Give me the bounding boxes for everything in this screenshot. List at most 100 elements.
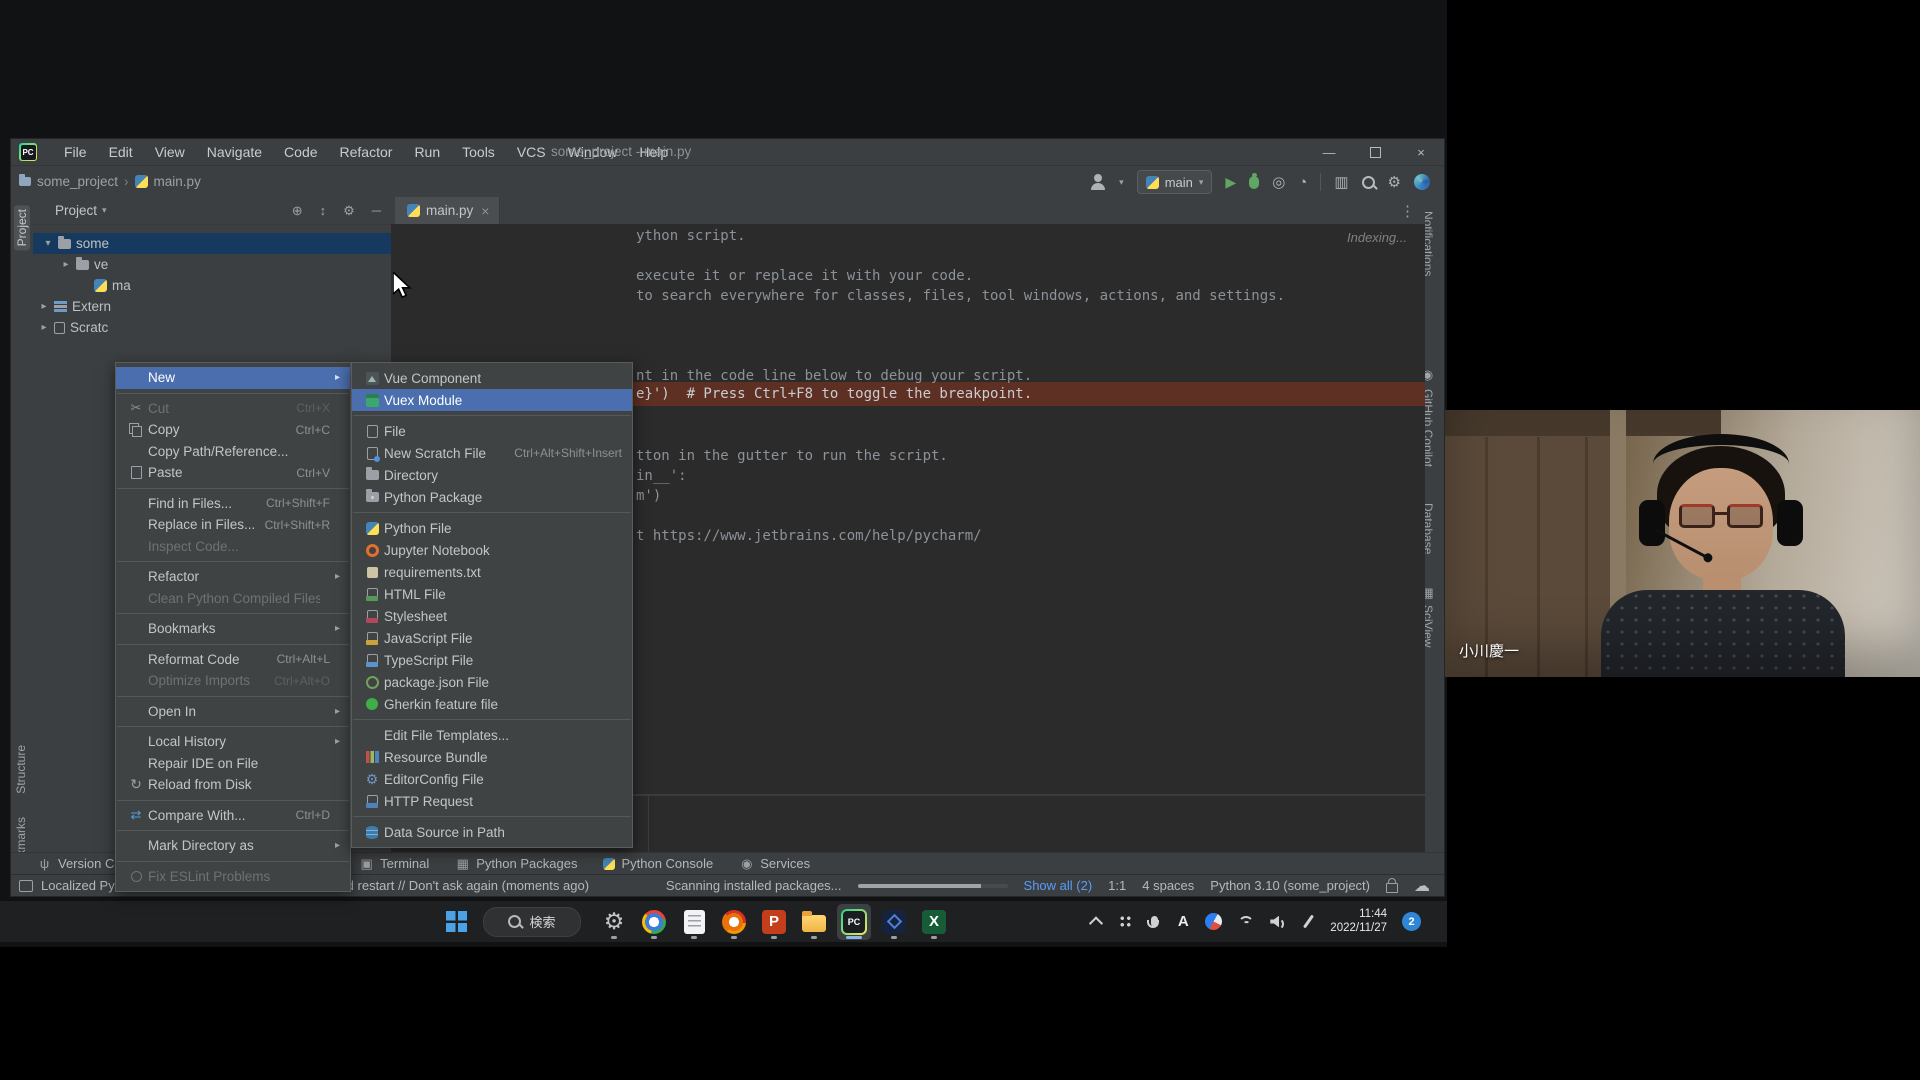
new-submenu-item-package-json-file[interactable]: package.json File bbox=[352, 671, 632, 693]
tree-row-scratc[interactable]: ▸ Scratc bbox=[33, 317, 391, 338]
taskbar-search[interactable]: 検索 bbox=[483, 907, 581, 937]
show-all-link[interactable]: Show all (2) bbox=[1024, 878, 1093, 893]
tool-window-button-services[interactable]: Services bbox=[739, 856, 810, 872]
new-submenu-item-requirements-txt[interactable]: requirements.txt bbox=[352, 561, 632, 583]
tree-row-extern[interactable]: ▸ Extern bbox=[33, 296, 391, 317]
new-submenu-item-gherkin-feature-file[interactable]: Gherkin feature file bbox=[352, 693, 632, 715]
context-menu-item-clean-python-compiled-files[interactable]: Clean Python Compiled Files bbox=[116, 588, 350, 610]
tool-window-button-python-packages[interactable]: Python Packages bbox=[455, 856, 577, 872]
tool-window-button-terminal[interactable]: Terminal bbox=[359, 856, 429, 872]
breadcrumb-project[interactable]: some_project bbox=[37, 174, 118, 189]
menubar-item-run[interactable]: Run bbox=[405, 141, 449, 163]
new-submenu-item-stylesheet[interactable]: Stylesheet bbox=[352, 605, 632, 627]
tree-chevron-icon[interactable]: ▸ bbox=[39, 301, 49, 312]
taskbar-app-dev-app[interactable] bbox=[877, 904, 911, 940]
menubar-item-tools[interactable]: Tools bbox=[453, 141, 504, 163]
context-menu-item-local-history[interactable]: Local History ▸ bbox=[116, 731, 350, 753]
context-menu-item-replace-in-files[interactable]: Replace in Files... Ctrl+Shift+R bbox=[116, 514, 350, 536]
new-submenu-item-vuex-module[interactable]: Vuex Module bbox=[352, 389, 632, 411]
menubar-item-code[interactable]: Code bbox=[275, 141, 326, 163]
new-submenu-item-edit-file-templates[interactable]: Edit File Templates... bbox=[352, 724, 632, 746]
tab-options-icon[interactable]: ⋮ bbox=[1400, 202, 1415, 220]
tree-row-some[interactable]: ▾ some bbox=[33, 233, 391, 254]
minimize-button[interactable]: — bbox=[1306, 139, 1352, 165]
debug-button[interactable] bbox=[1249, 176, 1259, 189]
context-menu-item-paste[interactable]: Paste Ctrl+V bbox=[116, 462, 350, 484]
tray-hidden-icons-icon[interactable] bbox=[1118, 915, 1132, 928]
context-menu-item-bookmarks[interactable]: Bookmarks ▸ bbox=[116, 618, 350, 640]
context-menu-item-find-in-files[interactable]: Find in Files... Ctrl+Shift+F bbox=[116, 493, 350, 515]
context-menu-item-inspect-code[interactable]: Inspect Code... bbox=[116, 536, 350, 558]
interpreter-setting[interactable]: Python 3.10 (some_project) bbox=[1210, 878, 1370, 893]
stripe-tab-structure[interactable]: Structure bbox=[14, 745, 28, 794]
notification-count-badge[interactable]: 2 bbox=[1402, 912, 1421, 931]
tree-row-ve[interactable]: ▸ ve bbox=[33, 254, 391, 275]
tray-chevron-up-icon[interactable] bbox=[1089, 917, 1103, 927]
user-icon[interactable] bbox=[1090, 174, 1106, 190]
new-submenu-item-vue-component[interactable]: Vue Component bbox=[352, 367, 632, 389]
gear-icon[interactable]: ⚙ bbox=[1388, 173, 1401, 191]
new-submenu-item-new-scratch-file[interactable]: New Scratch File Ctrl+Alt+Shift+Insert bbox=[352, 442, 632, 464]
panel-gear-icon[interactable]: ⚙ bbox=[343, 203, 355, 219]
event-log-icon[interactable] bbox=[19, 880, 33, 892]
context-menu-item-copy-path-reference[interactable]: Copy Path/Reference... bbox=[116, 441, 350, 463]
tab-main-py[interactable]: main.py × bbox=[395, 197, 500, 224]
menubar-item-edit[interactable]: Edit bbox=[100, 141, 142, 163]
context-menu-item-fix-eslint-problems[interactable]: Fix ESLint Problems bbox=[116, 866, 350, 888]
coverage-button[interactable]: ◎ bbox=[1272, 173, 1285, 191]
context-menu-item-copy[interactable]: Copy Ctrl+C bbox=[116, 419, 350, 441]
context-menu-item-open-in[interactable]: Open In ▸ bbox=[116, 701, 350, 723]
project-panel-title[interactable]: Project bbox=[55, 203, 97, 218]
context-menu-item-repair-ide-on-file[interactable]: Repair IDE on File bbox=[116, 753, 350, 775]
tray-pen-icon[interactable] bbox=[1301, 914, 1315, 929]
search-icon[interactable] bbox=[1362, 176, 1375, 189]
new-submenu-item-file[interactable]: File bbox=[352, 420, 632, 442]
new-submenu-item-editorconfig-file[interactable]: EditorConfig File bbox=[352, 768, 632, 790]
tree-chevron-icon[interactable]: ▾ bbox=[43, 238, 53, 249]
close-button[interactable]: × bbox=[1398, 139, 1444, 165]
taskbar-app-notes[interactable] bbox=[677, 904, 711, 940]
menubar-item-vcs[interactable]: VCS bbox=[508, 141, 555, 163]
cloud-sync-icon[interactable]: ☁ bbox=[1414, 876, 1430, 896]
taskbar-app-excel[interactable]: X bbox=[917, 904, 951, 940]
menubar-item-view[interactable]: View bbox=[146, 141, 194, 163]
maximize-button[interactable] bbox=[1352, 139, 1398, 165]
taskbar-app-chrome-beta[interactable] bbox=[717, 904, 751, 940]
context-menu-item-cut[interactable]: Cut Ctrl+X bbox=[116, 398, 350, 420]
menubar-item-navigate[interactable]: Navigate bbox=[198, 141, 271, 163]
tree-row-ma[interactable]: ma bbox=[33, 275, 391, 296]
context-menu-item-optimize-imports[interactable]: Optimize Imports Ctrl+Alt+O bbox=[116, 670, 350, 692]
menubar-item-file[interactable]: File bbox=[55, 141, 96, 163]
locate-file-icon[interactable]: ⊕ bbox=[292, 203, 303, 219]
taskbar-clock[interactable]: 11:44 2022/11/27 bbox=[1330, 908, 1387, 935]
run-config-selector[interactable]: main ▾ bbox=[1137, 170, 1213, 194]
new-submenu-item-html-file[interactable]: HTML File bbox=[352, 583, 632, 605]
new-submenu-item-javascript-file[interactable]: JavaScript File bbox=[352, 627, 632, 649]
unlock-icon[interactable] bbox=[1386, 883, 1398, 893]
code-with-me-icon[interactable] bbox=[1414, 174, 1430, 190]
breadcrumb-file[interactable]: main.py bbox=[154, 174, 201, 189]
windows-start-icon[interactable] bbox=[446, 911, 467, 932]
taskbar-app-chrome[interactable] bbox=[637, 904, 671, 940]
tray-ime-icon[interactable]: A bbox=[1176, 913, 1190, 930]
tray-chat-icon[interactable] bbox=[1205, 913, 1222, 930]
tray-wifi-icon[interactable] bbox=[1237, 914, 1255, 929]
caret-position[interactable]: 1:1 bbox=[1108, 878, 1126, 893]
context-menu-item-new[interactable]: New ▸ bbox=[116, 367, 350, 389]
new-submenu-item-python-package[interactable]: Python Package bbox=[352, 486, 632, 508]
tray-microphone-icon[interactable] bbox=[1147, 916, 1161, 927]
context-menu-item-compare-with[interactable]: Compare With... Ctrl+D bbox=[116, 805, 350, 827]
expand-collapse-icon[interactable]: ↕ bbox=[320, 203, 327, 219]
taskbar-app-powerpoint[interactable]: P bbox=[757, 904, 791, 940]
new-submenu-item-data-source-in-path[interactable]: Data Source in Path bbox=[352, 821, 632, 843]
new-submenu-item-python-file[interactable]: Python File bbox=[352, 517, 632, 539]
context-menu-item-refactor[interactable]: Refactor ▸ bbox=[116, 566, 350, 588]
new-submenu-item-http-request[interactable]: HTTP Request bbox=[352, 790, 632, 812]
context-menu-item-reload-from-disk[interactable]: Reload from Disk bbox=[116, 774, 350, 796]
taskbar-app-settings[interactable] bbox=[597, 904, 631, 940]
tool-window-button-python-console[interactable]: Python Console bbox=[603, 856, 713, 871]
stripe-tab-project[interactable]: Project bbox=[14, 205, 30, 250]
layout-button[interactable]: ▥ bbox=[1334, 173, 1348, 191]
tree-chevron-icon[interactable]: ▸ bbox=[61, 259, 71, 270]
close-tab-icon[interactable]: × bbox=[481, 203, 489, 219]
